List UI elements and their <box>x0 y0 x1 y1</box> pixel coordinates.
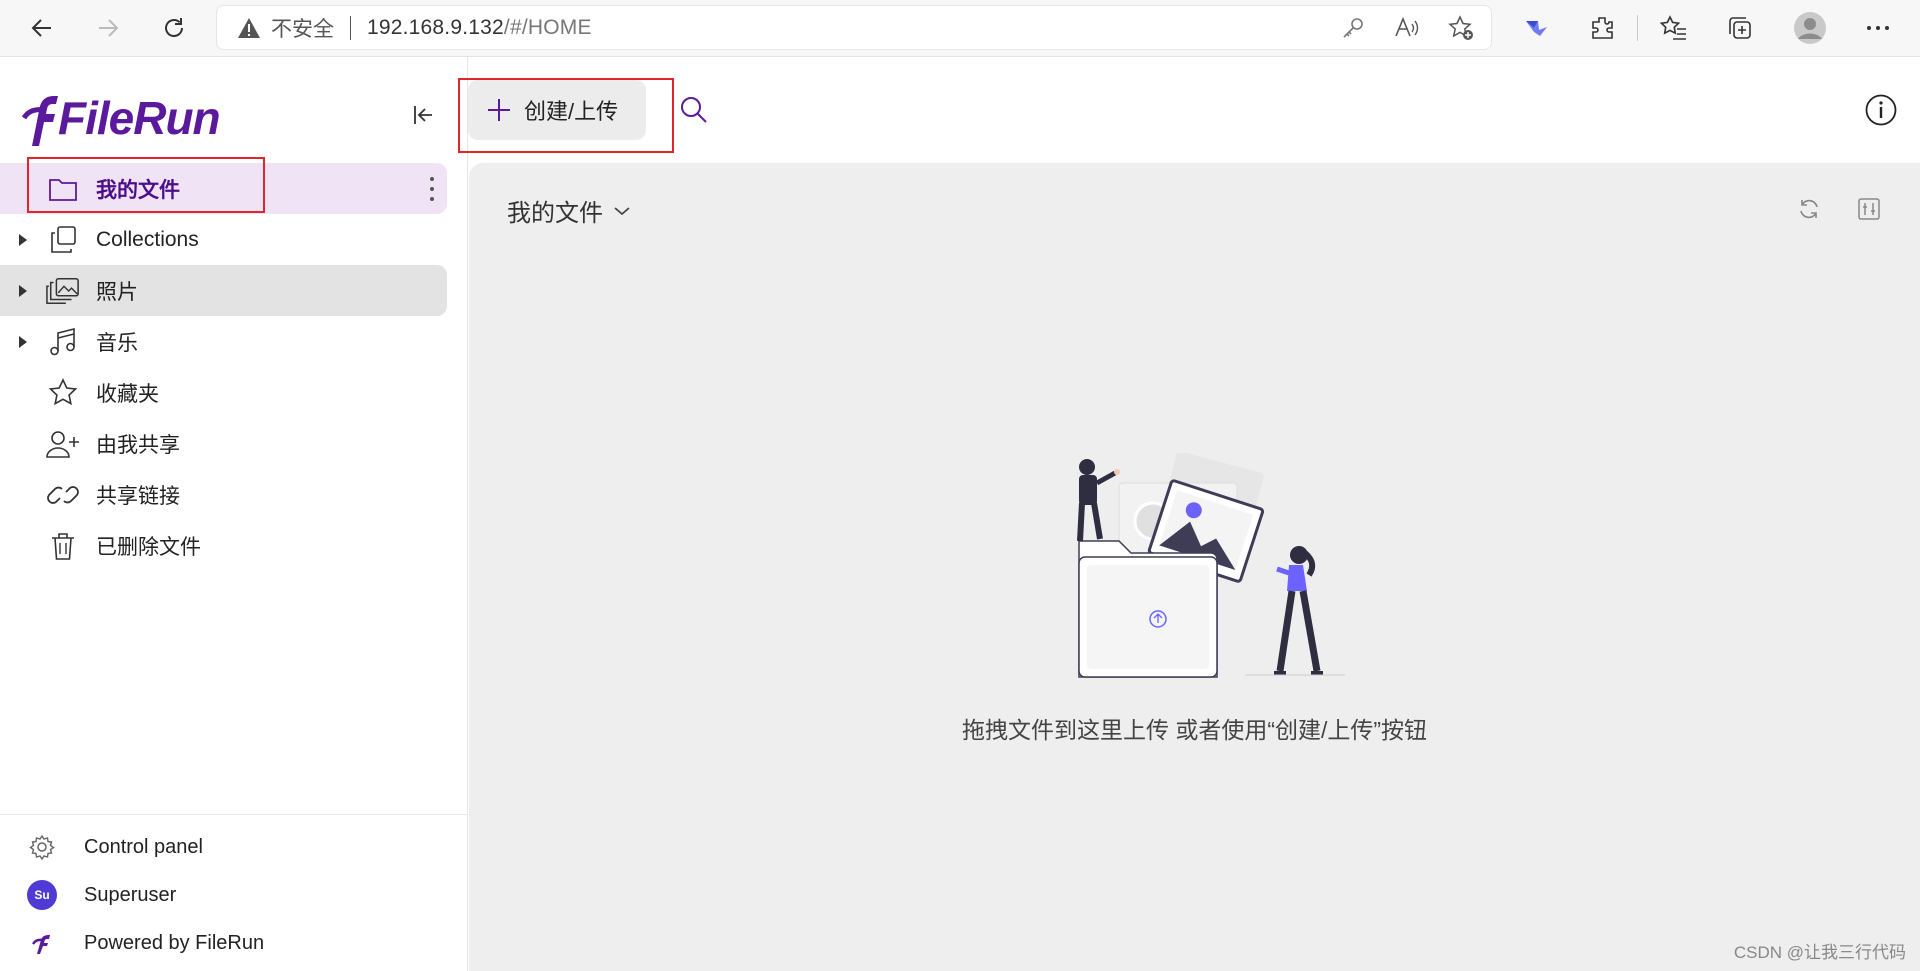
read-aloud-icon[interactable] <box>1391 12 1423 44</box>
collapse-left-icon <box>414 106 432 124</box>
user-share-icon <box>46 427 80 461</box>
sidebar-item-photos[interactable]: 照片 <box>0 265 447 316</box>
folder-title-dropdown[interactable]: 我的文件 <box>507 193 631 228</box>
gear-icon <box>26 831 58 863</box>
empty-state-message: 拖拽文件到这里上传 或者使用“创建/上传”按钮 <box>469 711 1920 745</box>
sidebar-footer: Control panel Su Superuser Powered by Fi… <box>0 814 467 967</box>
plus-icon <box>484 95 514 125</box>
back-arrow-icon <box>31 19 51 37</box>
warning-icon[interactable] <box>237 17 261 39</box>
music-icon <box>46 325 80 359</box>
extensions-icon[interactable] <box>1582 8 1622 48</box>
filerun-mini-logo-icon <box>26 927 58 959</box>
collections-icon <box>46 223 80 257</box>
url-text[interactable]: 192.168.9.132/#/HOME <box>367 16 592 40</box>
search-icon <box>681 97 707 123</box>
create-upload-button[interactable]: 创建/上传 <box>468 80 646 140</box>
url-host: 192.168.9.132 <box>367 15 504 39</box>
browser-toolbar: 不安全 192.168.9.132/#/HOME <box>0 0 1920 57</box>
forward-arrow-icon <box>99 19 119 37</box>
filerun-logo-icon <box>22 96 58 146</box>
control-panel-link[interactable]: Control panel <box>0 823 467 871</box>
collections-browser-icon[interactable] <box>1720 8 1760 48</box>
add-favorite-icon[interactable] <box>1445 12 1477 44</box>
logo-text: FileRun <box>58 92 221 144</box>
expand-arrow-icon[interactable] <box>18 233 28 247</box>
avatar: Su <box>26 879 58 911</box>
powered-by-label: Powered by FileRun <box>84 931 265 954</box>
back-button[interactable] <box>22 8 62 48</box>
key-icon[interactable] <box>1337 12 1369 44</box>
sidebar-item-collections[interactable]: Collections <box>0 214 447 265</box>
watermark: CSDN @让我三行代码 <box>1733 943 1906 962</box>
sidebar-item-label: 由我共享 <box>96 433 180 457</box>
bird-extension-icon[interactable] <box>1516 8 1556 48</box>
sidebar-item-trash[interactable]: 已删除文件 <box>0 520 447 571</box>
sidebar-item-label: 收藏夹 <box>96 382 159 406</box>
link-icon <box>46 478 80 512</box>
search-button[interactable] <box>676 92 712 128</box>
favorites-icon[interactable] <box>1654 8 1694 48</box>
sidebar-item-label: 已删除文件 <box>96 535 201 559</box>
sidebar-nav: 我的文件 Collections 照片 音乐 收藏夹 由我共享 共享链接 已删除… <box>0 163 447 571</box>
collapse-sidebar-button[interactable] <box>405 97 441 133</box>
insecure-label[interactable]: 不安全 <box>271 13 334 43</box>
profile-avatar-icon[interactable] <box>1788 8 1832 48</box>
trash-icon <box>46 529 80 563</box>
kebab-menu-icon[interactable] <box>429 177 435 201</box>
refresh-button[interactable] <box>1793 193 1825 225</box>
more-menu-icon[interactable] <box>1858 8 1898 48</box>
filerun-logo[interactable]: FileRun <box>22 85 221 151</box>
sidebar-item-favorites[interactable]: 收藏夹 <box>0 367 447 418</box>
sidebar-item-label: 照片 <box>96 280 138 304</box>
sidebar-item-shared-links[interactable]: 共享链接 <box>0 469 447 520</box>
create-upload-label: 创建/上传 <box>524 99 619 124</box>
address-bar[interactable]: 不安全 192.168.9.132/#/HOME <box>216 5 1492 50</box>
file-browser-area[interactable]: 我的文件 拖拽文件到这里上传 或者使用“创建/上传”按钮 CSDN @让我三行代… <box>469 163 1920 971</box>
address-separator <box>350 15 351 40</box>
info-button[interactable] <box>1864 93 1898 127</box>
avatar-initials: Su <box>27 880 57 910</box>
sidebar-item-label: 音乐 <box>96 331 138 355</box>
sidebar-item-music[interactable]: 音乐 <box>0 316 447 367</box>
sidebar-item-label: 共享链接 <box>96 484 180 508</box>
folder-icon <box>46 172 80 206</box>
sidebar-item-label: 我的文件 <box>96 178 180 202</box>
info-icon <box>1865 94 1897 126</box>
sidebar-item-shared-by-me[interactable]: 由我共享 <box>0 418 447 469</box>
star-icon <box>46 376 80 410</box>
reload-button[interactable] <box>154 8 194 48</box>
powered-by-link[interactable]: Powered by FileRun <box>0 919 467 967</box>
sidebar-item-my-files[interactable]: 我的文件 <box>0 163 447 214</box>
expand-arrow-icon[interactable] <box>18 284 28 298</box>
username-label: Superuser <box>84 883 177 906</box>
user-menu[interactable]: Su Superuser <box>0 871 467 919</box>
empty-folder-illustration <box>1049 451 1349 693</box>
forward-button[interactable] <box>88 8 128 48</box>
sidebar: FileRun 我的文件 Collections 照片 音乐 收藏夹 由我共享 … <box>0 57 468 971</box>
chevron-down-icon <box>613 202 631 220</box>
sliders-icon <box>1858 198 1880 220</box>
control-panel-label: Control panel <box>84 835 203 858</box>
sidebar-item-label: Collections <box>96 227 199 251</box>
reload-icon <box>165 18 183 37</box>
expand-arrow-icon[interactable] <box>18 335 28 349</box>
photos-icon <box>46 274 80 308</box>
view-settings-button[interactable] <box>1853 193 1885 225</box>
refresh-icon <box>1800 199 1818 219</box>
toolbar-divider <box>1637 15 1638 41</box>
empty-state-text: 拖拽文件到这里上传 或者使用“创建/上传”按钮 <box>961 717 1428 743</box>
folder-title: 我的文件 <box>507 200 603 227</box>
url-path: /#/HOME <box>503 15 592 39</box>
